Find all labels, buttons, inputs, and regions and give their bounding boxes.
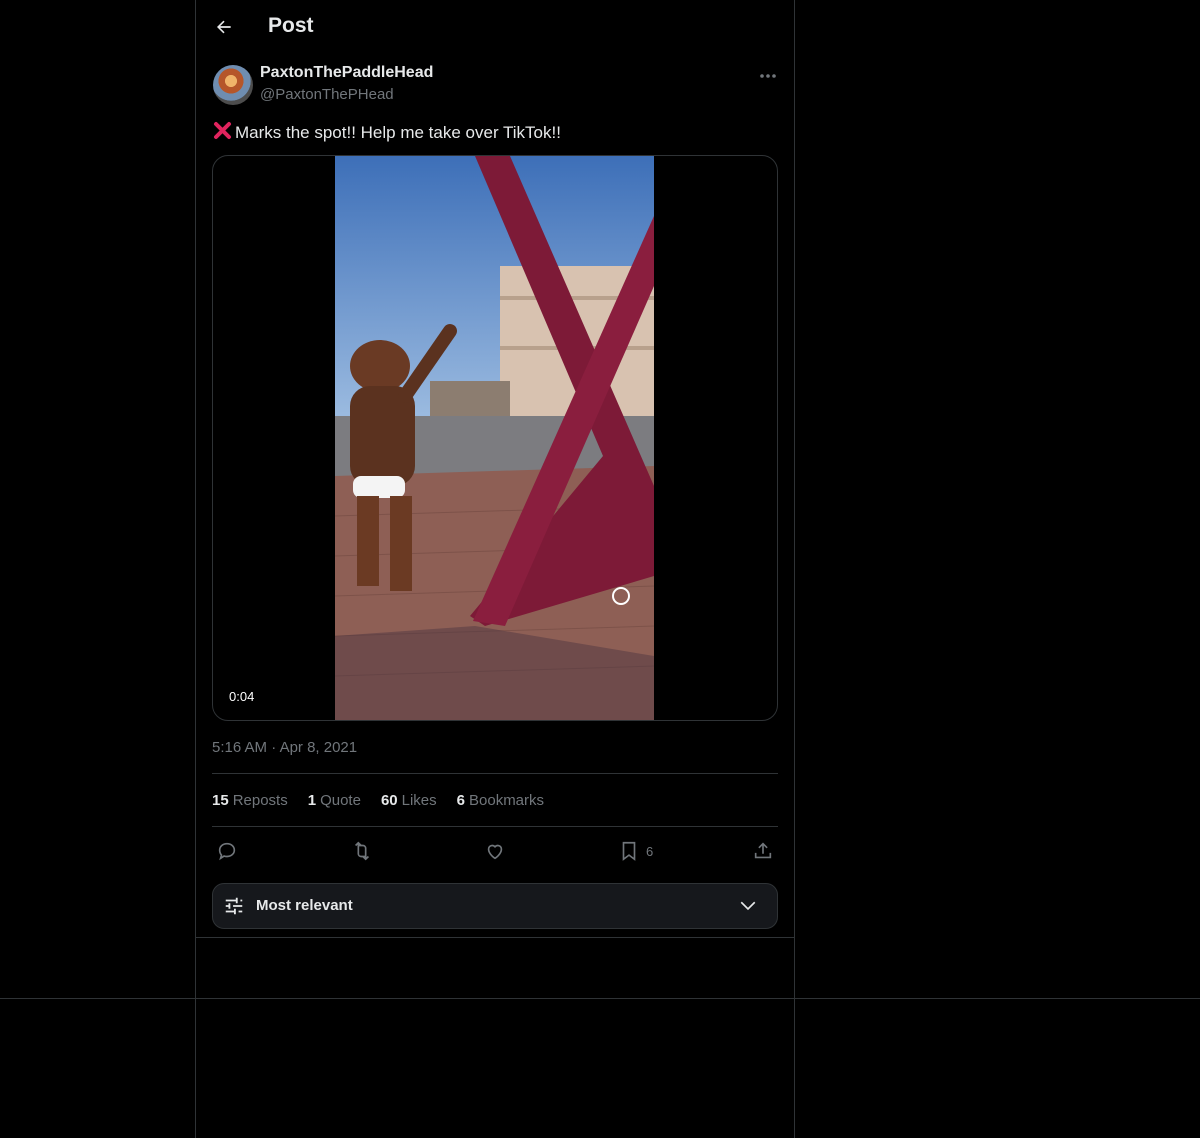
reposts-stat[interactable]: 15 Reposts xyxy=(212,792,288,809)
share-button[interactable] xyxy=(752,838,774,864)
author-handle[interactable]: @PaxtonThePHead xyxy=(260,86,394,103)
bookmark-count: 6 xyxy=(646,843,654,859)
heart-icon xyxy=(487,844,503,860)
post-text: Marks the spot!! Help me take over TikTo… xyxy=(213,120,561,146)
page-title: Post xyxy=(268,14,314,37)
author-name[interactable]: PaxtonThePaddleHead xyxy=(260,64,433,82)
post-time[interactable]: 5:16 AM xyxy=(212,739,267,756)
page-header: Post xyxy=(196,0,794,54)
like-button[interactable] xyxy=(484,838,506,864)
post-timestamp[interactable]: 5:16 AM · Apr 8, 2021 xyxy=(212,739,357,756)
cross-mark-emoji xyxy=(213,120,233,146)
more-icon xyxy=(760,74,776,78)
more-options-button[interactable] xyxy=(756,66,780,86)
post-text-body: Marks the spot!! Help me take over TikTo… xyxy=(235,123,561,142)
divider xyxy=(212,773,778,774)
video-player[interactable]: 0:04 xyxy=(212,155,778,721)
sort-label: Most relevant xyxy=(256,897,353,914)
repost-icon xyxy=(354,841,370,861)
arrow-left-icon xyxy=(217,20,231,34)
reply-sort-dropdown[interactable]: Most relevant xyxy=(212,883,778,929)
video-duration: 0:04 xyxy=(223,687,261,706)
engagement-stats: 15 Reposts 1 Quote 60 Likes 6 Bookmarks xyxy=(212,792,544,809)
post-date[interactable]: Apr 8, 2021 xyxy=(280,739,358,756)
likes-stat[interactable]: 60 Likes xyxy=(381,792,437,809)
avatar[interactable] xyxy=(213,65,253,105)
date-separator: · xyxy=(271,739,277,756)
back-button[interactable] xyxy=(210,13,238,41)
reply-button[interactable] xyxy=(216,838,238,864)
main-column: Post PaxtonThePaddleHead @PaxtonThePHead… xyxy=(195,0,795,1138)
bookmarks-stat[interactable]: 6 Bookmarks xyxy=(457,792,544,809)
divider xyxy=(212,826,778,827)
quotes-stat[interactable]: 1 Quote xyxy=(308,792,361,809)
video-frame xyxy=(335,156,654,720)
repost-button[interactable] xyxy=(350,838,374,864)
bookmark-icon xyxy=(622,841,636,861)
divider xyxy=(196,937,794,938)
sliders-icon xyxy=(225,897,243,915)
chevron-down-icon xyxy=(740,901,756,911)
reply-icon xyxy=(218,842,236,861)
share-icon xyxy=(754,842,772,859)
bookmark-button[interactable]: 6 xyxy=(618,838,653,864)
